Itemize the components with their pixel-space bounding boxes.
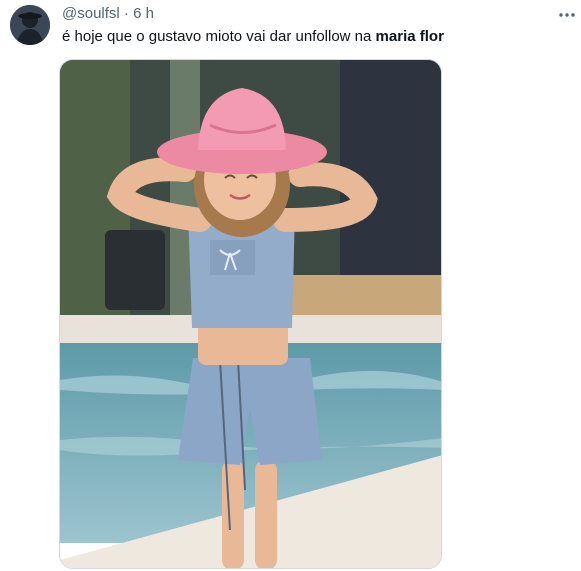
- timestamp[interactable]: 6 h: [133, 5, 154, 22]
- tweet-photo[interactable]: [59, 59, 442, 569]
- avatar-image: [10, 5, 50, 45]
- username[interactable]: @soulfsl: [62, 5, 120, 22]
- tweet-text-main: é hoje que o gustavo mioto vai dar unfol…: [62, 28, 376, 45]
- tweet-meta: @soulfsl · 6 h: [62, 5, 154, 23]
- tweet-text-bold: maria flor: [375, 28, 444, 45]
- separator: ·: [123, 5, 129, 22]
- more-icon[interactable]: [557, 6, 577, 24]
- photo-illustration: [60, 60, 441, 568]
- avatar[interactable]: [10, 5, 50, 45]
- tweet-text: é hoje que o gustavo mioto vai dar unfol…: [62, 27, 444, 46]
